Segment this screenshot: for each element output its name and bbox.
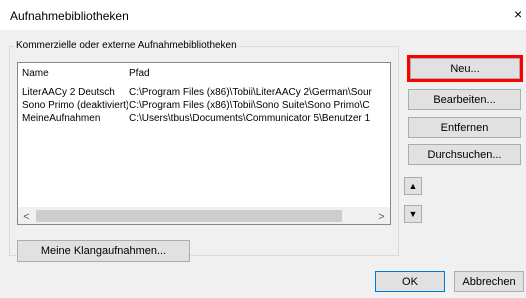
chevron-right-icon[interactable]: > xyxy=(373,208,390,224)
my-sounds-button[interactable]: Meine Klangaufnahmen... xyxy=(17,240,190,262)
remove-button[interactable]: Entfernen xyxy=(408,117,521,138)
list-item-name: Sono Primo (deaktiviert) xyxy=(22,100,128,111)
title-bar: Aufnahmebibliotheken × xyxy=(0,0,526,30)
ok-button[interactable]: OK xyxy=(375,271,445,292)
arrow-down-icon: ▼ xyxy=(408,209,418,219)
edit-button[interactable]: Bearbeiten... xyxy=(408,89,521,110)
move-up-button[interactable]: ▲ xyxy=(404,177,422,195)
list-item[interactable]: MeineAufnahmen C:\Users\tbus\Documents\C… xyxy=(18,113,390,125)
column-header-name[interactable]: Name xyxy=(22,68,49,79)
browse-button[interactable]: Durchsuchen... xyxy=(408,144,521,165)
list-item[interactable]: LiterAACy 2 Deutsch C:\Program Files (x8… xyxy=(18,87,390,99)
close-icon[interactable]: × xyxy=(514,6,524,22)
list-item-path: C:\Users\tbus\Documents\Communicator 5\B… xyxy=(129,113,371,124)
chevron-left-icon[interactable]: < xyxy=(18,208,35,224)
cancel-button[interactable]: Abbrechen xyxy=(454,271,524,292)
list-item-path: C:\Program Files (x86)\Tobii\LiterAACy 2… xyxy=(129,87,372,98)
horizontal-scrollbar[interactable]: < > xyxy=(18,207,390,224)
dialog-body: Kommerzielle oder externe Aufnahmebiblio… xyxy=(0,30,526,298)
list-item-path: C:\Program Files (x86)\Tobii\Sono Suite\… xyxy=(129,100,370,111)
list-item[interactable]: Sono Primo (deaktiviert) C:\Program File… xyxy=(18,100,390,112)
list-item-name: LiterAACy 2 Deutsch xyxy=(22,87,115,98)
list-header: Name Pfad xyxy=(18,63,390,81)
column-header-path[interactable]: Pfad xyxy=(129,68,150,79)
scrollbar-thumb[interactable] xyxy=(36,210,342,222)
list-item-name: MeineAufnahmen xyxy=(22,113,101,124)
arrow-up-icon: ▲ xyxy=(408,181,418,191)
libraries-group-label: Kommerzielle oder externe Aufnahmebiblio… xyxy=(14,40,239,51)
highlight-box xyxy=(407,55,523,82)
libraries-list[interactable]: Name Pfad LiterAACy 2 Deutsch C:\Program… xyxy=(17,62,391,225)
window-title: Aufnahmebibliotheken xyxy=(10,9,129,23)
move-down-button[interactable]: ▼ xyxy=(404,205,422,223)
